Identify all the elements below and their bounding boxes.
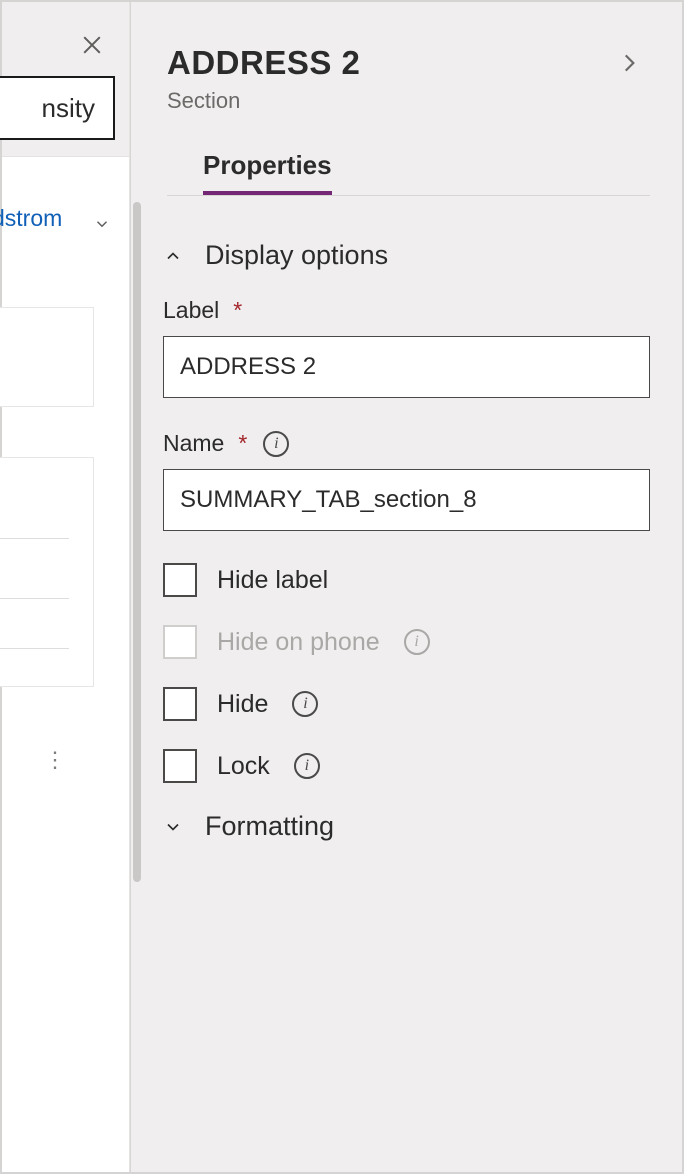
label-input[interactable] <box>163 336 650 398</box>
left-header-area: nsity <box>2 2 129 157</box>
name-input[interactable] <box>163 469 650 531</box>
left-content-area: dstrom ⋮ <box>2 157 129 1172</box>
group-formatting-label: Formatting <box>205 811 334 842</box>
hide-row: Hide i <box>163 687 650 721</box>
group-display-options-label: Display options <box>205 240 388 271</box>
name-field-caption: Name * i <box>163 430 650 457</box>
hide-label-checkbox[interactable] <box>163 563 197 597</box>
left-partial-column: nsity dstrom ⋮ <box>2 2 130 1172</box>
chevron-down-icon[interactable] <box>93 215 111 233</box>
chevron-down-icon <box>163 817 183 837</box>
label-field-caption: Label * <box>163 297 650 324</box>
partial-link[interactable]: dstrom <box>0 205 62 232</box>
density-button-label: nsity <box>42 93 95 124</box>
more-vertical-icon[interactable]: ⋮ <box>44 747 68 773</box>
hide-label-text: Hide label <box>217 566 328 595</box>
required-asterisk: * <box>238 430 247 457</box>
hide-on-phone-row: Hide on phone i <box>163 625 650 659</box>
label-field-caption-text: Label <box>163 297 219 324</box>
info-icon[interactable]: i <box>292 691 318 717</box>
scrollbar-thumb[interactable] <box>133 202 141 882</box>
card-placeholder <box>0 307 94 407</box>
panel-title: ADDRESS 2 <box>167 44 650 82</box>
info-icon[interactable]: i <box>404 629 430 655</box>
hide-label-row: Hide label <box>163 563 650 597</box>
group-formatting[interactable]: Formatting <box>163 811 650 842</box>
lock-text: Lock <box>217 752 270 781</box>
info-icon[interactable]: i <box>263 431 289 457</box>
required-asterisk: * <box>233 297 242 324</box>
panel-header: ADDRESS 2 Section Properties <box>131 2 682 210</box>
tab-row: Properties <box>167 150 650 196</box>
properties-panel: ADDRESS 2 Section Properties Display opt… <box>130 2 682 1172</box>
scrollbar[interactable] <box>131 202 143 1172</box>
expand-chevron-icon[interactable] <box>616 50 642 81</box>
hide-on-phone-checkbox <box>163 625 197 659</box>
lock-row: Lock i <box>163 749 650 783</box>
hide-on-phone-text: Hide on phone <box>217 628 380 657</box>
close-icon[interactable] <box>81 34 103 56</box>
density-button-fragment[interactable]: nsity <box>0 76 115 140</box>
card-placeholder <box>0 457 94 687</box>
name-field-caption-text: Name <box>163 430 224 457</box>
panel-subtitle: Section <box>167 88 650 114</box>
panel-body: Display options Label * Name * i Hide labe… <box>131 210 682 842</box>
lock-checkbox[interactable] <box>163 749 197 783</box>
info-icon[interactable]: i <box>294 753 320 779</box>
tab-properties[interactable]: Properties <box>203 150 332 195</box>
hide-checkbox[interactable] <box>163 687 197 721</box>
chevron-up-icon <box>163 246 183 266</box>
hide-text: Hide <box>217 690 268 719</box>
group-display-options[interactable]: Display options <box>163 240 650 271</box>
